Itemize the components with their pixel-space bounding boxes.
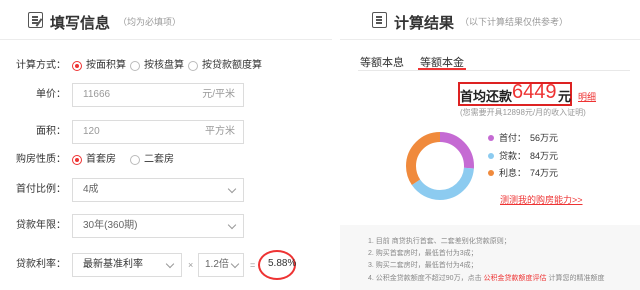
fund-quota-link[interactable]: 公积金贷款额度评估 [484,275,547,282]
tab-divider [358,70,630,71]
house-type-row: 购房性质： 首套房 二套房 [0,148,332,172]
house-type-option-first[interactable]: 首套房 [86,148,116,172]
note-2: 2. 购买首套房时，最低首付为3成； [368,250,478,257]
breakdown-donut [406,132,474,200]
unit-price-label: 单价： [36,89,66,100]
loan-term-select[interactable]: 30年(360期) [72,214,244,238]
legend-name: 贷款： [499,151,527,161]
loan-rate-label: 贷款利率： [16,259,66,270]
input-panel-header: 填写信息 （均为必填项） [0,0,332,40]
house-type-label: 购房性质： [16,154,66,165]
first-payment-value: 6449 [512,81,557,103]
loan-term-row: 贷款年限： 30年(360期) [0,214,332,238]
legend-dot [488,153,494,159]
down-payment-label: 首付比例： [16,184,66,195]
details-link[interactable]: 明细 [578,90,596,103]
unit-price-placeholder: 11666 [83,89,111,100]
calc-method-label: 计算方式： [16,60,66,71]
result-panel-subtitle: （以下计算结果仅供参考） [460,17,569,27]
calc-method-option-loan[interactable]: 按贷款额度算 [202,54,262,78]
calc-method-radio-loan[interactable] [188,61,198,71]
first-payment-unit: 元 [558,89,572,104]
legend-name: 利息： [499,168,527,178]
house-type-radio-first[interactable] [72,155,82,165]
area-placeholder: 120 [83,126,100,137]
loan-term-label: 贷款年限： [16,220,66,231]
equals-sign: = [250,260,256,270]
first-payment-label: 首均还款 [460,89,513,104]
result-panel-title: 计算结果 [394,15,455,32]
down-payment-value: 4成 [83,184,99,195]
house-type-option-second[interactable]: 二套房 [144,148,174,172]
chevron-down-icon [230,259,240,269]
calculator-icon [372,12,387,28]
active-tab-indicator [418,68,466,70]
rate-multiplier-select[interactable]: 1.2倍 [198,253,244,277]
note-4-prefix: 4. 公积金贷款额度不超过90万，点击 [368,275,484,282]
result-panel-header: 计算结果 （以下计算结果仅供参考） [340,0,640,40]
calc-method-option-area[interactable]: 按面积算 [86,54,126,78]
note-4-suffix: 计算您的精准额度 [546,275,605,282]
unit-price-row: 单价： 11666 元/平米 [0,83,332,107]
result-panel: 计算结果 （以下计算结果仅供参考） 等额本息 等额本金 首均还款 6449 元 … [340,0,640,290]
area-unit: 平方米 [205,126,235,137]
unit-price-input[interactable]: 11666 元/平米 [72,83,244,107]
unit-price-unit: 元/平米 [202,89,235,100]
input-panel-title: 填写信息 [50,15,111,32]
house-type-radio-second[interactable] [130,155,140,165]
rate-type-select[interactable]: 最新基准利率 [72,253,182,277]
note-3: 3. 购买二套房时，最低首付为4成； [368,262,478,269]
legend-value: 74万元 [530,168,559,178]
down-payment-row: 首付比例： 4成 [0,178,332,202]
rate-multiplier-value: 1.2倍 [205,259,229,270]
input-panel: 填写信息 （均为必填项） 计算方式： 按面积算 按核盘算 按贷款额度算 单价： … [0,0,332,290]
area-input[interactable]: 120 平方米 [72,120,244,144]
chevron-down-icon [227,220,237,230]
legend-value: 84万元 [530,151,559,161]
calc-method-row: 计算方式： 按面积算 按核盘算 按贷款额度算 [0,54,332,78]
legend-dot [488,135,494,141]
legend-value: 56万元 [530,133,559,143]
down-payment-select[interactable]: 4成 [72,178,244,202]
rate-type-value: 最新基准利率 [83,259,143,270]
area-row: 面积： 120 平方米 [0,120,332,144]
note-1: 1. 目前 商贷执行首套、二套差别化贷款原则； [368,238,511,245]
affordability-test-link[interactable]: 测测我的购房能力>> [500,193,583,206]
chevron-down-icon [227,184,237,194]
calc-method-radio-core[interactable] [130,61,140,71]
loan-term-value: 30年(360期) [83,220,138,231]
calc-method-radio-area[interactable] [72,61,82,71]
legend-dot [488,170,494,176]
income-proof-note: (您需要开具12898元/月的收入证明) [460,108,586,117]
note-4: 4. 公积金贷款额度不超过90万，点击 公积金贷款额度评估 计算您的精准额度 [368,273,604,283]
area-label: 面积： [36,126,66,137]
calc-method-option-core[interactable]: 按核盘算 [144,54,184,78]
tab-equal-installment[interactable]: 等额本息 [360,54,404,70]
chevron-down-icon [165,259,175,269]
legend-name: 首付： [499,133,527,143]
rate-result-value: 5.88% [268,258,297,269]
edit-form-icon [28,12,43,28]
input-panel-subtitle: （均为必填项） [118,17,182,27]
times-sign: × [188,260,194,270]
